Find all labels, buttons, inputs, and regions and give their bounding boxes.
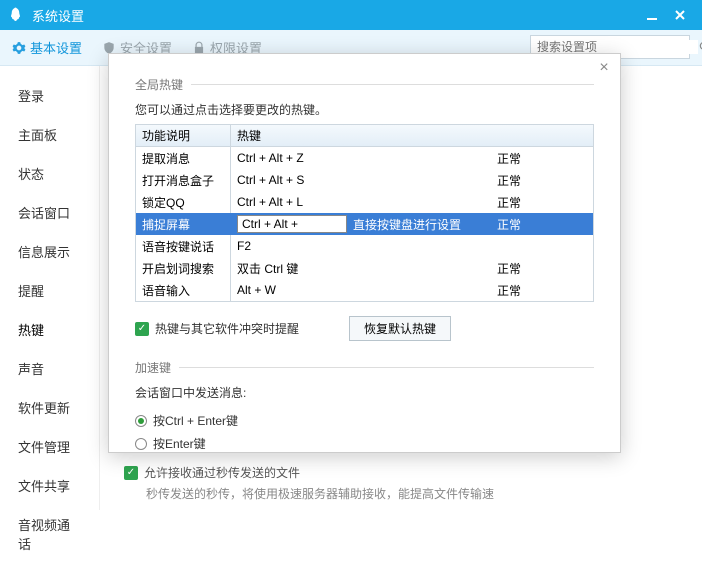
radio-label: 按Enter键: [153, 435, 206, 452]
hotkey-table: 功能说明 热键 提取消息Ctrl + Alt + Z正常打开消息盒子Ctrl +…: [135, 124, 594, 302]
hotkey-name: 打开消息盒子: [136, 169, 231, 191]
radio-icon: [135, 438, 147, 450]
radio-ctrl-enter[interactable]: 按Ctrl + Enter键: [135, 409, 594, 432]
hotkey-status: 正常: [491, 213, 581, 235]
col-function: 功能说明: [136, 125, 231, 146]
hotkey-name: 锁定QQ: [136, 191, 231, 213]
hotkey-status: 正常: [491, 257, 581, 279]
radio-label: 按Ctrl + Enter键: [153, 412, 238, 429]
col-hotkey: 热键: [231, 125, 491, 146]
hotkey-key: 双击 Ctrl 键: [231, 257, 491, 279]
hotkey-name: 提取消息: [136, 147, 231, 169]
hotkey-input[interactable]: [237, 215, 347, 233]
reset-hotkeys-button[interactable]: 恢复默认热键: [349, 316, 451, 341]
check-icon: ✓: [135, 322, 149, 336]
conflict-reminder-checkbox[interactable]: ✓ 热键与其它软件冲突时提醒: [135, 320, 299, 337]
hotkey-key: Ctrl + Alt + S: [231, 169, 491, 191]
hotkey-row[interactable]: 开启划词搜索双击 Ctrl 键正常: [136, 257, 593, 279]
hotkey-key: F2: [231, 235, 491, 257]
hotkey-name: 捕捉屏幕: [136, 213, 231, 235]
modal-close-button[interactable]: ×: [594, 58, 614, 78]
hotkey-row[interactable]: 语音输入Alt + W正常: [136, 279, 593, 301]
radio-icon: [135, 415, 147, 427]
hotkey-row[interactable]: 锁定QQCtrl + Alt + L正常: [136, 191, 593, 213]
hotkey-key: Ctrl + Alt + Z: [231, 147, 491, 169]
hotkey-row[interactable]: 捕捉屏幕 直接按键盘进行设置 正常: [136, 213, 593, 235]
conflict-label: 热键与其它软件冲突时提醒: [155, 320, 299, 337]
modal-mask: × 全局热键 您可以通过点击选择要更改的热键。 功能说明 热键 提取消息Ctrl…: [0, 0, 702, 510]
hotkey-hint: 您可以通过点击选择要更改的热键。: [135, 101, 594, 118]
divider: [179, 367, 594, 368]
hotkey-key: 直接按键盘进行设置: [231, 213, 491, 235]
hotkey-status: 正常: [491, 279, 581, 301]
hotkey-row[interactable]: 提取消息Ctrl + Alt + Z正常: [136, 147, 593, 169]
hotkey-modal: × 全局热键 您可以通过点击选择要更改的热键。 功能说明 热键 提取消息Ctrl…: [108, 53, 621, 453]
hotkey-status: 正常: [491, 147, 581, 169]
hotkey-edit-hint: 直接按键盘进行设置: [353, 216, 461, 233]
section-global-hotkey: 全局热键: [135, 76, 183, 93]
table-header: 功能说明 热键: [136, 125, 593, 147]
hotkey-row[interactable]: 打开消息盒子Ctrl + Alt + S正常: [136, 169, 593, 191]
hotkey-name: 语音输入: [136, 279, 231, 301]
hotkey-status: 正常: [491, 191, 581, 213]
hotkey-name: 开启划词搜索: [136, 257, 231, 279]
hotkey-status: 正常: [491, 169, 581, 191]
hotkey-key: Alt + W: [231, 279, 491, 301]
hotkey-key: Ctrl + Alt + L: [231, 191, 491, 213]
hotkey-status: [491, 235, 581, 257]
hotkey-name: 语音按键说话: [136, 235, 231, 257]
section-accelerator: 加速键: [135, 359, 171, 376]
sidebar-item-11[interactable]: 音视频通话: [0, 505, 99, 563]
hotkey-row[interactable]: 语音按键说话F2: [136, 235, 593, 257]
divider: [191, 84, 594, 85]
radio-enter[interactable]: 按Enter键: [135, 432, 594, 455]
col-status: [491, 125, 581, 146]
send-message-label: 会话窗口中发送消息:: [135, 384, 594, 401]
